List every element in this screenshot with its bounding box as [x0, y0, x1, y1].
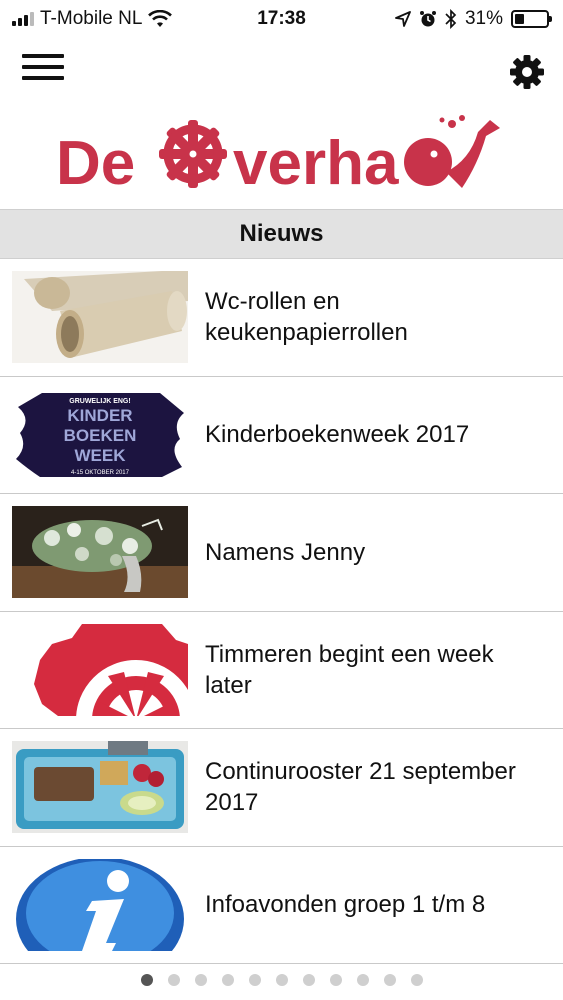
kinderboekenweek-poster-image: GRUWELIJK ENG! KINDER BOEKEN WEEK 4-15 O… — [12, 388, 188, 481]
news-title: Infoavonden groep 1 t/m 8 — [205, 891, 486, 919]
news-item[interactable]: GRUWELIJK ENG! KINDER BOEKEN WEEK 4-15 O… — [0, 377, 563, 494]
svg-text:WEEK: WEEK — [75, 446, 127, 465]
news-title: Kinderboekenweek 2017 — [205, 421, 470, 449]
svg-text:GRUWELIJK ENG!: GRUWELIJK ENG! — [69, 398, 130, 405]
bluetooth-icon — [445, 9, 457, 29]
news-item[interactable]: Continurooster 21 september 2017 — [0, 729, 563, 847]
svg-text:verha: verha — [233, 129, 399, 198]
hamburger-menu-icon — [22, 54, 64, 80]
de-overhaal-logo: De verha — [56, 115, 500, 198]
page-dot[interactable] — [410, 974, 423, 986]
flower-bouquet-image — [12, 506, 188, 598]
svg-text:4-15 OKTOBER 2017: 4-15 OKTOBER 2017 — [71, 470, 130, 476]
settings-button[interactable] — [509, 54, 545, 90]
page-dot[interactable] — [248, 974, 261, 986]
location-arrow-icon — [395, 11, 411, 27]
status-icons: 31% — [395, 8, 552, 30]
page-dot[interactable] — [302, 974, 315, 986]
app-logo: De verha — [0, 110, 563, 200]
page-dot[interactable] — [383, 974, 396, 986]
section-header: Nieuws — [0, 209, 563, 259]
menu-button[interactable] — [22, 54, 64, 88]
paper-rolls-image — [12, 271, 188, 363]
news-item[interactable]: Infoavonden groep 1 t/m 8 — [0, 847, 563, 964]
page-dot[interactable] — [275, 974, 288, 986]
lunchbox-image — [12, 741, 188, 833]
page-dot[interactable] — [194, 974, 207, 986]
battery-percentage: 31% — [464, 8, 503, 29]
news-title: Continurooster 21 september 2017 — [205, 758, 516, 817]
news-item[interactable]: Wc-rollen en keukenpapierrollen — [0, 259, 563, 377]
info-icon-image — [12, 858, 188, 951]
page-dot[interactable] — [356, 974, 369, 986]
page-dot[interactable] — [221, 974, 234, 986]
battery-fill — [515, 14, 524, 24]
page-dot[interactable] — [167, 974, 180, 986]
svg-text:KINDER: KINDER — [67, 406, 132, 425]
whale-icon — [404, 115, 500, 188]
section-title: Nieuws — [239, 220, 324, 247]
status-bar: T-Mobile NL 17:38 31% — [0, 0, 563, 40]
news-title: Namens Jenny — [205, 538, 366, 566]
alarm-icon — [419, 11, 436, 27]
news-title: Timmeren begint een week later — [205, 640, 494, 699]
gear-icon — [510, 55, 544, 89]
news-list: Wc-rollen en keukenpapierrollen GRUWELIJ… — [0, 259, 563, 964]
svg-text:BOEKEN: BOEKEN — [64, 426, 137, 445]
svg-text:De: De — [56, 129, 135, 198]
page-dot[interactable] — [140, 974, 153, 986]
news-title: Wc-rollen en keukenpapierrollen — [205, 288, 408, 347]
battery-icon — [511, 10, 552, 28]
ship-wheel-icon — [159, 120, 227, 188]
news-item[interactable]: Timmeren begint een week later — [0, 612, 563, 729]
logo-wheel-image — [12, 623, 188, 716]
page-dot[interactable] — [329, 974, 342, 986]
page-indicator — [0, 974, 563, 990]
news-item[interactable]: Namens Jenny — [0, 494, 563, 612]
